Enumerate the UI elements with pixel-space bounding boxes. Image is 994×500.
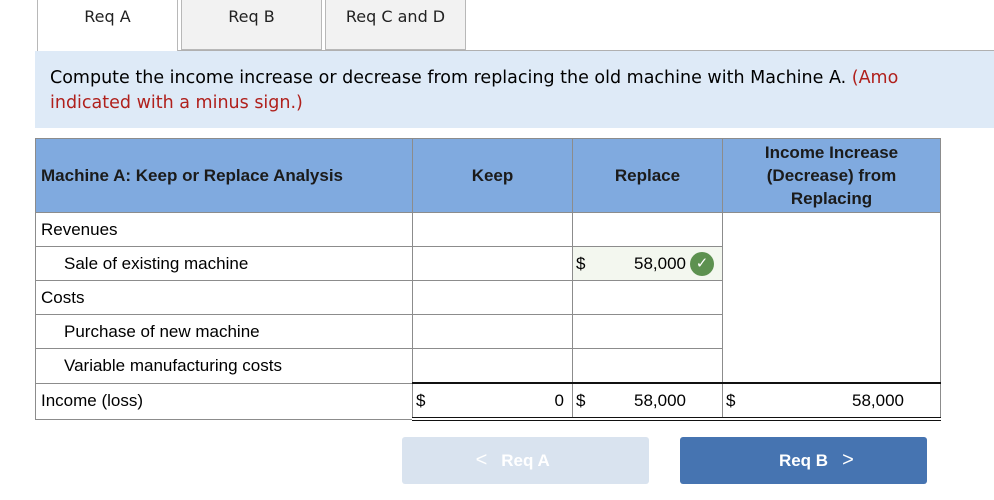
instruction-box: Compute the income increase or decrease … — [35, 51, 994, 128]
keep-input[interactable] — [412, 212, 573, 247]
diff-empty-cell — [722, 212, 941, 383]
replace-input[interactable] — [572, 212, 723, 247]
total-label: Income (loss) — [35, 382, 413, 420]
row-label: Variable manufacturing costs — [35, 348, 413, 384]
instruction-note-part2: indicated with a minus sign.) — [50, 93, 303, 113]
keep-input[interactable] — [412, 314, 573, 349]
header-keep: Keep — [412, 138, 573, 213]
replace-value: 58,000 — [634, 253, 686, 273]
chevron-right-icon: > — [842, 449, 854, 471]
diff-total[interactable]: $58,000 — [722, 382, 941, 421]
row-label: Revenues — [35, 212, 413, 247]
replace-input[interactable] — [572, 348, 723, 384]
keep-input[interactable] — [412, 246, 573, 281]
row-label: Costs — [35, 280, 413, 315]
tab-req-b[interactable]: Req B — [181, 0, 322, 50]
tab-label: Req B — [228, 7, 275, 26]
prev-button-label: Req A — [501, 450, 550, 470]
prev-req-a-button[interactable]: < Req A > — [402, 437, 649, 484]
keep-input[interactable] — [412, 280, 573, 315]
replace-total-value: 58,000 — [634, 390, 686, 410]
replace-input[interactable] — [572, 314, 723, 349]
keep-total[interactable]: $0 — [412, 382, 573, 421]
chevron-left-icon: < — [475, 449, 488, 471]
replace-total[interactable]: $58,000 — [572, 382, 723, 421]
currency-symbol: $ — [576, 390, 586, 410]
diff-total-value: 58,000 — [852, 390, 904, 410]
currency-symbol: $ — [416, 390, 426, 410]
table-row: Revenues — [35, 212, 941, 383]
tab-label: Req C and D — [345, 7, 446, 26]
header-analysis: Machine A: Keep or Replace Analysis — [35, 138, 413, 213]
tab-req-a[interactable]: Req A — [37, 0, 178, 52]
requirement-tabs: Req A Req B Req C and D — [37, 0, 466, 52]
currency-symbol: $ — [726, 390, 736, 410]
instruction-note-part1: (Amo — [851, 68, 899, 88]
keep-input[interactable] — [412, 348, 573, 384]
next-req-b-button[interactable]: < Req B > — [680, 437, 927, 484]
header-income-diff: Income Increase (Decrease) from Replacin… — [722, 138, 941, 213]
total-row: Income (loss) $0 $58,000 $58,000 — [35, 382, 941, 421]
header-replace: Replace — [572, 138, 723, 213]
row-label: Sale of existing machine — [35, 246, 413, 281]
header-row: Machine A: Keep or Replace Analysis Keep… — [35, 138, 941, 213]
replace-input[interactable] — [572, 280, 723, 315]
row-label: Purchase of new machine — [35, 314, 413, 349]
tab-label: Req A — [84, 7, 131, 26]
keep-or-replace-table: Machine A: Keep or Replace Analysis Keep… — [35, 138, 941, 421]
replace-input[interactable]: $ 58,000 ✓ — [572, 246, 723, 281]
tab-req-c-and-d[interactable]: Req C and D — [325, 0, 466, 50]
check-icon: ✓ — [690, 251, 714, 276]
currency-symbol: $ — [576, 253, 586, 273]
keep-total-value: 0 — [554, 390, 564, 410]
next-button-label: Req B — [778, 450, 829, 470]
instruction-text: Compute the income increase or decrease … — [50, 68, 847, 88]
